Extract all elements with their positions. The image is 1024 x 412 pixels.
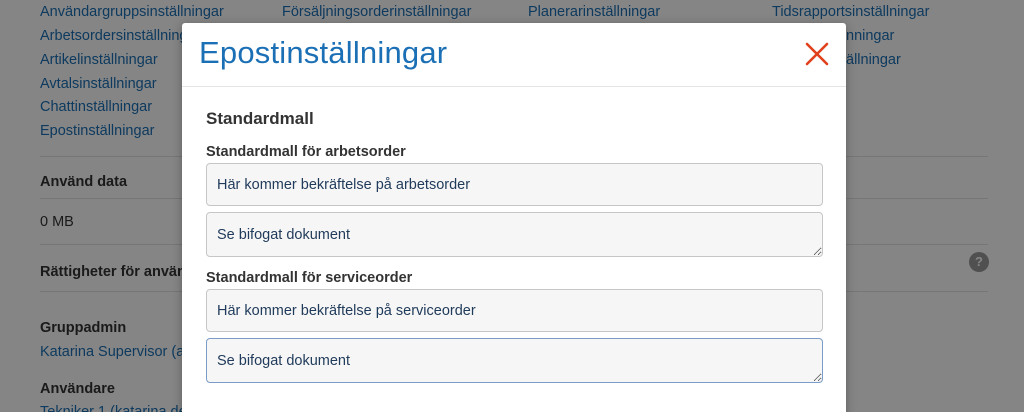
service-order-template-label: Standardmall för serviceorder <box>206 270 413 286</box>
modal-header: Epostinställningar <box>182 23 846 87</box>
work-order-template-label: Standardmall för arbetsorder <box>206 144 406 160</box>
section-title: Standardmall <box>206 109 314 128</box>
close-button[interactable] <box>802 39 832 69</box>
close-icon <box>805 42 829 66</box>
service-order-subject-input[interactable] <box>206 289 823 332</box>
modal-title: Epostinställningar <box>199 35 448 70</box>
work-order-body-textarea[interactable]: Se bifogat dokument <box>206 212 823 257</box>
work-order-subject-input[interactable] <box>206 163 823 206</box>
service-order-body-textarea[interactable]: Se bifogat dokument <box>206 338 823 383</box>
email-settings-modal: Epostinställningar Standardmall Standard… <box>182 23 846 412</box>
